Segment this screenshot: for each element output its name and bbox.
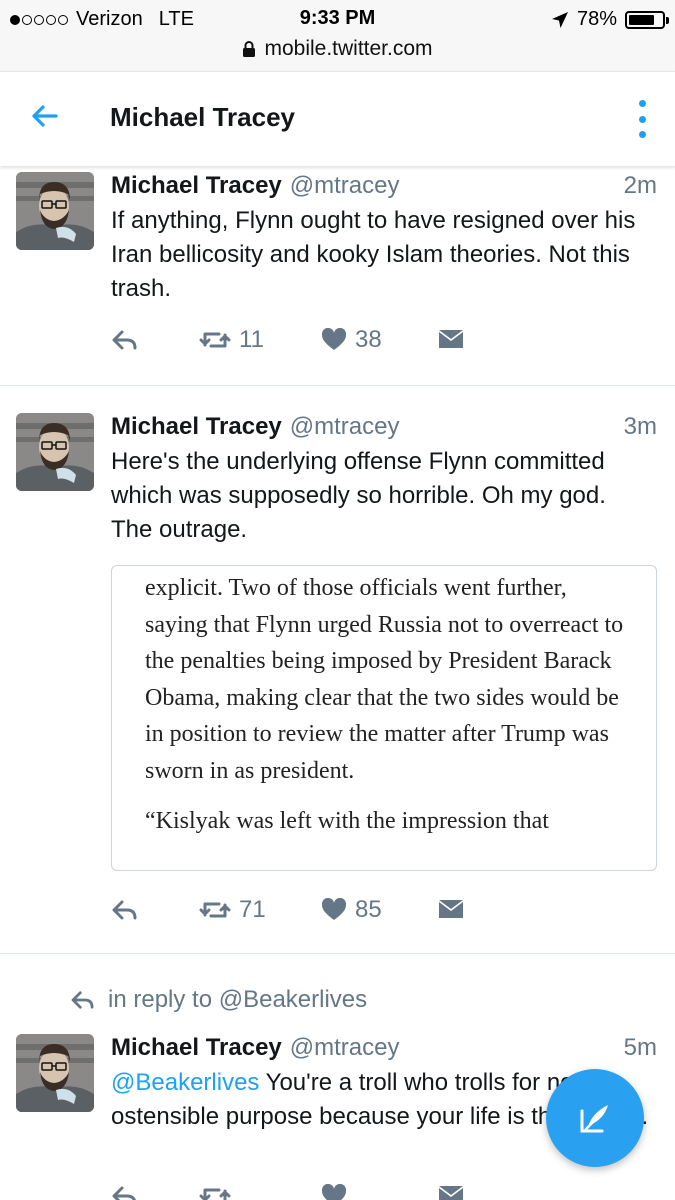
tweet-text: Here's the underlying offense Flynn comm… <box>111 448 606 543</box>
compose-tweet-button[interactable] <box>546 1069 644 1167</box>
like-button[interactable]: 38 <box>321 326 437 354</box>
author-name[interactable]: Michael Tracey <box>111 1034 282 1062</box>
reply-icon <box>71 991 94 1009</box>
back-button[interactable] <box>28 100 60 132</box>
page-title: Michael Tracey <box>110 102 295 132</box>
retweet-button[interactable]: 71 <box>199 896 321 924</box>
direct-message-button[interactable] <box>437 1185 465 1200</box>
more-options-button[interactable] <box>637 100 647 138</box>
like-count: 38 <box>355 326 382 353</box>
direct-message-button[interactable] <box>437 329 465 351</box>
avatar[interactable] <box>16 172 94 250</box>
tweet-timestamp[interactable]: 2m <box>624 172 657 200</box>
heart-icon <box>321 328 347 350</box>
retweet-icon <box>199 1188 231 1200</box>
reply-icon <box>112 1186 136 1200</box>
address-bar[interactable]: mobile.twitter.com <box>0 37 675 61</box>
battery-info: 78% <box>551 8 669 31</box>
reply-button[interactable] <box>111 1185 199 1200</box>
avatar-image <box>16 1034 94 1112</box>
author-name[interactable]: Michael Tracey <box>111 413 282 441</box>
reply-icon <box>112 330 137 350</box>
retweet-icon <box>199 332 231 348</box>
tweet-actions: 71 85 <box>111 896 465 924</box>
tweet-actions <box>111 1184 465 1200</box>
quoted-image-card[interactable]: explicit. Two of those officials went fu… <box>111 565 657 871</box>
retweet-button[interactable] <box>199 1185 321 1200</box>
reply-button[interactable] <box>111 899 199 921</box>
mention-link[interactable]: @Beakerlives <box>111 1069 259 1096</box>
envelope-icon <box>439 330 463 348</box>
vertical-dots-icon <box>638 100 646 107</box>
tweet-header: Michael Tracey @mtracey 5m <box>111 1034 657 1062</box>
like-button[interactable] <box>321 1184 437 1200</box>
profile-header: Michael Tracey <box>0 72 675 166</box>
tweet-header: Michael Tracey @mtracey 2m <box>111 172 657 200</box>
like-count: 85 <box>355 896 382 923</box>
retweet-count: 11 <box>239 326 264 353</box>
tweet-text: If anything, Flynn ought to have resigne… <box>111 207 636 302</box>
battery-icon <box>625 10 669 29</box>
battery-percent: 78% <box>576 8 617 30</box>
tweet-timestamp[interactable]: 5m <box>624 1034 657 1062</box>
avatar[interactable] <box>16 413 94 491</box>
envelope-icon <box>439 1186 463 1200</box>
compose-feather-icon <box>580 1105 608 1133</box>
tweet[interactable]: Michael Tracey @mtracey 2m If anything, … <box>0 166 675 386</box>
arrow-left-icon <box>32 105 58 127</box>
envelope-icon <box>439 900 463 918</box>
heart-icon <box>321 1184 347 1200</box>
retweet-icon <box>199 902 231 918</box>
tweet[interactable]: Michael Tracey @mtracey 3m Here's the un… <box>0 386 675 954</box>
avatar-image <box>16 413 94 491</box>
reply-button[interactable] <box>111 329 199 351</box>
retweet-count: 71 <box>239 896 266 923</box>
location-arrow-icon <box>551 11 568 28</box>
author-handle[interactable]: @mtracey <box>290 1034 400 1062</box>
reply-context[interactable]: in reply to @Beakerlives <box>70 986 367 1014</box>
reply-icon <box>112 900 137 920</box>
author-name[interactable]: Michael Tracey <box>111 172 282 200</box>
quote-paragraph: explicit. Two of those officials went fu… <box>145 575 624 784</box>
reply-context-text: in reply to @Beakerlives <box>108 986 368 1013</box>
like-button[interactable]: 85 <box>321 896 437 924</box>
tweet-actions: 11 38 <box>111 326 465 354</box>
retweet-button[interactable]: 11 <box>199 326 321 354</box>
heart-icon <box>321 898 347 920</box>
direct-message-button[interactable] <box>437 899 465 921</box>
author-handle[interactable]: @mtracey <box>290 172 400 200</box>
url-text: mobile.twitter.com <box>264 37 433 60</box>
tweet-timestamp[interactable]: 3m <box>624 413 657 441</box>
avatar[interactable] <box>16 1034 94 1112</box>
tweet-header: Michael Tracey @mtracey 3m <box>111 413 657 441</box>
quote-paragraph: “Kislyak was left with the impression th… <box>145 808 549 834</box>
author-handle[interactable]: @mtracey <box>290 413 400 441</box>
status-bar: Verizon LTE 9:33 PM 78% mobile.twitter.c… <box>0 0 675 72</box>
lock-icon <box>243 41 256 57</box>
avatar-image <box>16 172 94 250</box>
quoted-article-text: explicit. Two of those officials went fu… <box>145 570 635 840</box>
